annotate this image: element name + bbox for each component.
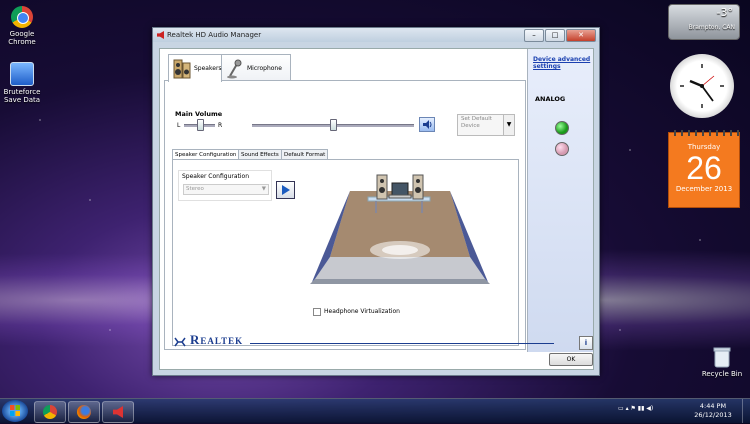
desktop-icon-bruteforce[interactable]: Bruteforce Save Data	[0, 62, 44, 104]
taskbar-time: 4:44 PM	[699, 402, 727, 410]
tab-label: Microphone	[247, 65, 282, 72]
balance-slider-thumb[interactable]	[196, 119, 204, 131]
speaker-config-label: Speaker Configuration	[182, 173, 250, 180]
firefox-icon	[77, 405, 91, 419]
close-button[interactable]: ✕	[566, 29, 596, 42]
realtek-audio-window: Realtek HD Audio Manager – □ ✕ Speakers …	[152, 27, 600, 376]
chrome-icon	[43, 405, 57, 419]
realtek-logo: Realtek	[190, 332, 244, 347]
brand-divider	[250, 343, 554, 344]
taskbar-firefox[interactable]	[68, 401, 100, 423]
volume-slider-thumb[interactable]	[330, 119, 337, 131]
headphone-virtualization-label: Headphone Virtualization	[324, 308, 400, 315]
set-default-dropdown[interactable]: ▼	[503, 114, 515, 136]
speaker-config-value: Stereo	[186, 186, 204, 192]
main-volume-label: Main Volume	[175, 110, 223, 118]
show-desktop-button[interactable]	[742, 399, 750, 423]
taskbar-clock[interactable]: 4:44 PM 26/12/2013	[688, 402, 738, 420]
balance-right-label: R	[218, 122, 223, 129]
weather-location: Brampton, CAN	[688, 24, 735, 31]
window-title: Realtek HD Audio Manager	[167, 31, 262, 39]
chevron-down-icon: ▼	[261, 186, 266, 192]
start-button[interactable]	[2, 400, 28, 422]
analog-label: ANALOG	[535, 95, 566, 103]
desktop-icon-recycle-bin[interactable]: Recycle Bin	[700, 346, 744, 378]
desktop-icon-label: Google	[9, 30, 35, 38]
tab-microphone[interactable]: Microphone	[221, 54, 291, 82]
clock-face-icon	[680, 64, 724, 108]
speaker-config-select[interactable]: Stereo ▼	[183, 184, 269, 195]
realtek-crab-icon	[174, 337, 186, 347]
desktop-icon-label: Save Data	[3, 96, 41, 104]
ok-button[interactable]: OK	[549, 353, 593, 366]
speaker-room-illustration	[310, 174, 490, 284]
device-side-panel: Device advanced settings ANALOG	[527, 49, 593, 352]
speakers-icon	[173, 59, 191, 79]
recycle-bin-icon	[713, 347, 731, 368]
calendar-gadget[interactable]: Thursday 26 December 2013	[668, 130, 740, 208]
taskbar: ▭ ▴ ⚑ ▮▮ ◀) 4:44 PM 26/12/2013	[0, 398, 750, 423]
tab-speakers[interactable]: Speakers	[168, 54, 222, 82]
calendar-rings	[669, 130, 739, 136]
minimize-button[interactable]: –	[524, 29, 544, 42]
maximize-button[interactable]: □	[545, 29, 565, 42]
headphone-virtualization-checkbox[interactable]	[313, 308, 321, 316]
play-test-button[interactable]	[276, 181, 295, 199]
speaker-icon	[113, 406, 123, 418]
save-data-icon	[10, 62, 34, 86]
windows-logo-icon	[10, 405, 20, 416]
system-tray[interactable]: ▭ ▴ ⚑ ▮▮ ◀)	[618, 405, 653, 412]
balance-left-label: L	[177, 122, 181, 129]
weather-gadget[interactable]: -3° Brampton, CAN	[668, 4, 740, 40]
tray-icons: ▭ ▴ ⚑ ▮▮ ◀)	[618, 405, 654, 412]
taskbar-chrome[interactable]	[34, 401, 66, 423]
device-advanced-settings-link[interactable]: Device advanced settings	[533, 56, 591, 70]
window-client-area: Speakers Microphone Main Volume L R Set …	[159, 48, 594, 370]
weather-temp: -3°	[716, 6, 733, 19]
clock-gadget[interactable]	[670, 54, 734, 118]
recycle-bin-label: Recycle Bin	[701, 370, 743, 378]
info-button[interactable]: i	[579, 336, 593, 350]
jack-pink-icon[interactable]	[555, 142, 569, 156]
calendar-month-year: December 2013	[675, 185, 733, 193]
desktop-icon-label: Chrome	[8, 38, 36, 46]
mute-button[interactable]	[419, 117, 435, 132]
taskbar-realtek[interactable]	[102, 401, 134, 423]
window-titlebar[interactable]: Realtek HD Audio Manager – □ ✕	[153, 28, 599, 42]
desktop-icon-chrome[interactable]: Google Chrome	[0, 6, 44, 46]
calendar-day: 26	[686, 150, 722, 186]
speaker-icon	[157, 31, 164, 39]
microphone-icon	[227, 59, 242, 79]
tab-label: Speakers	[194, 65, 222, 72]
taskbar-date: 26/12/2013	[694, 411, 732, 419]
jack-green-icon[interactable]	[555, 121, 569, 135]
chrome-icon	[11, 6, 33, 28]
desktop-icon-label: Bruteforce	[3, 88, 41, 96]
speaker-icon	[423, 120, 432, 129]
